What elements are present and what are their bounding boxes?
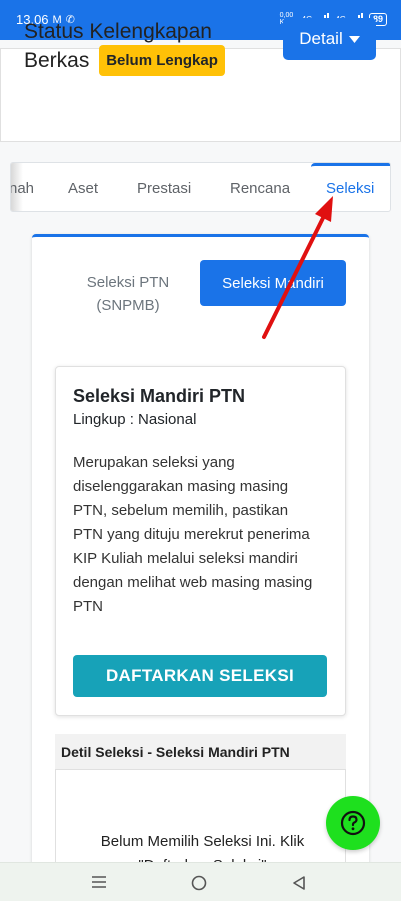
tab-rencana[interactable]: Rencana <box>230 180 290 197</box>
status-title-line2: Berkas Belum Lengkap <box>24 45 225 76</box>
daftarkan-seleksi-button[interactable]: DAFTARKAN SELEKSI <box>73 655 327 697</box>
menu-icon[interactable] <box>91 875 107 889</box>
status-title-line1: Status Kelengkapan <box>24 20 212 43</box>
status-title-word: Berkas <box>24 49 90 72</box>
tab-prestasi[interactable]: Prestasi <box>137 180 191 197</box>
info-title: Seleksi Mandiri PTN <box>73 386 246 406</box>
tab-rumah[interactable]: nah <box>11 180 34 197</box>
question-circle-icon <box>340 810 366 836</box>
info-scope: Lingkup : Nasional <box>73 411 197 428</box>
system-nav-bar <box>0 862 401 901</box>
tab-seleksi[interactable]: Seleksi <box>326 180 374 197</box>
detail-button-label: Detail <box>299 29 343 48</box>
status-badge: Belum Lengkap <box>99 45 225 76</box>
back-triangle-icon[interactable] <box>292 875 306 891</box>
detail-dropdown-button[interactable]: Detail <box>283 18 376 60</box>
help-button[interactable] <box>326 796 380 850</box>
detail-heading: Detil Seleksi - Seleksi Mandiri PTN <box>55 734 346 770</box>
seleksi-ptn-option[interactable]: Seleksi PTN (SNPMB) <box>82 271 174 317</box>
tab-aset[interactable]: Aset <box>68 180 98 197</box>
tab-bar: nah Aset Prestasi Rencana Seleksi <box>10 162 391 212</box>
status-title: Status Kelengkapan Berkas Belum Lengkap <box>24 18 225 76</box>
caret-down-icon <box>348 35 360 43</box>
info-description: Merupakan seleksi yang diselenggarakan m… <box>73 454 313 615</box>
seleksi-mandiri-option[interactable]: Seleksi Mandiri <box>200 260 346 306</box>
home-circle-icon[interactable] <box>191 875 207 891</box>
